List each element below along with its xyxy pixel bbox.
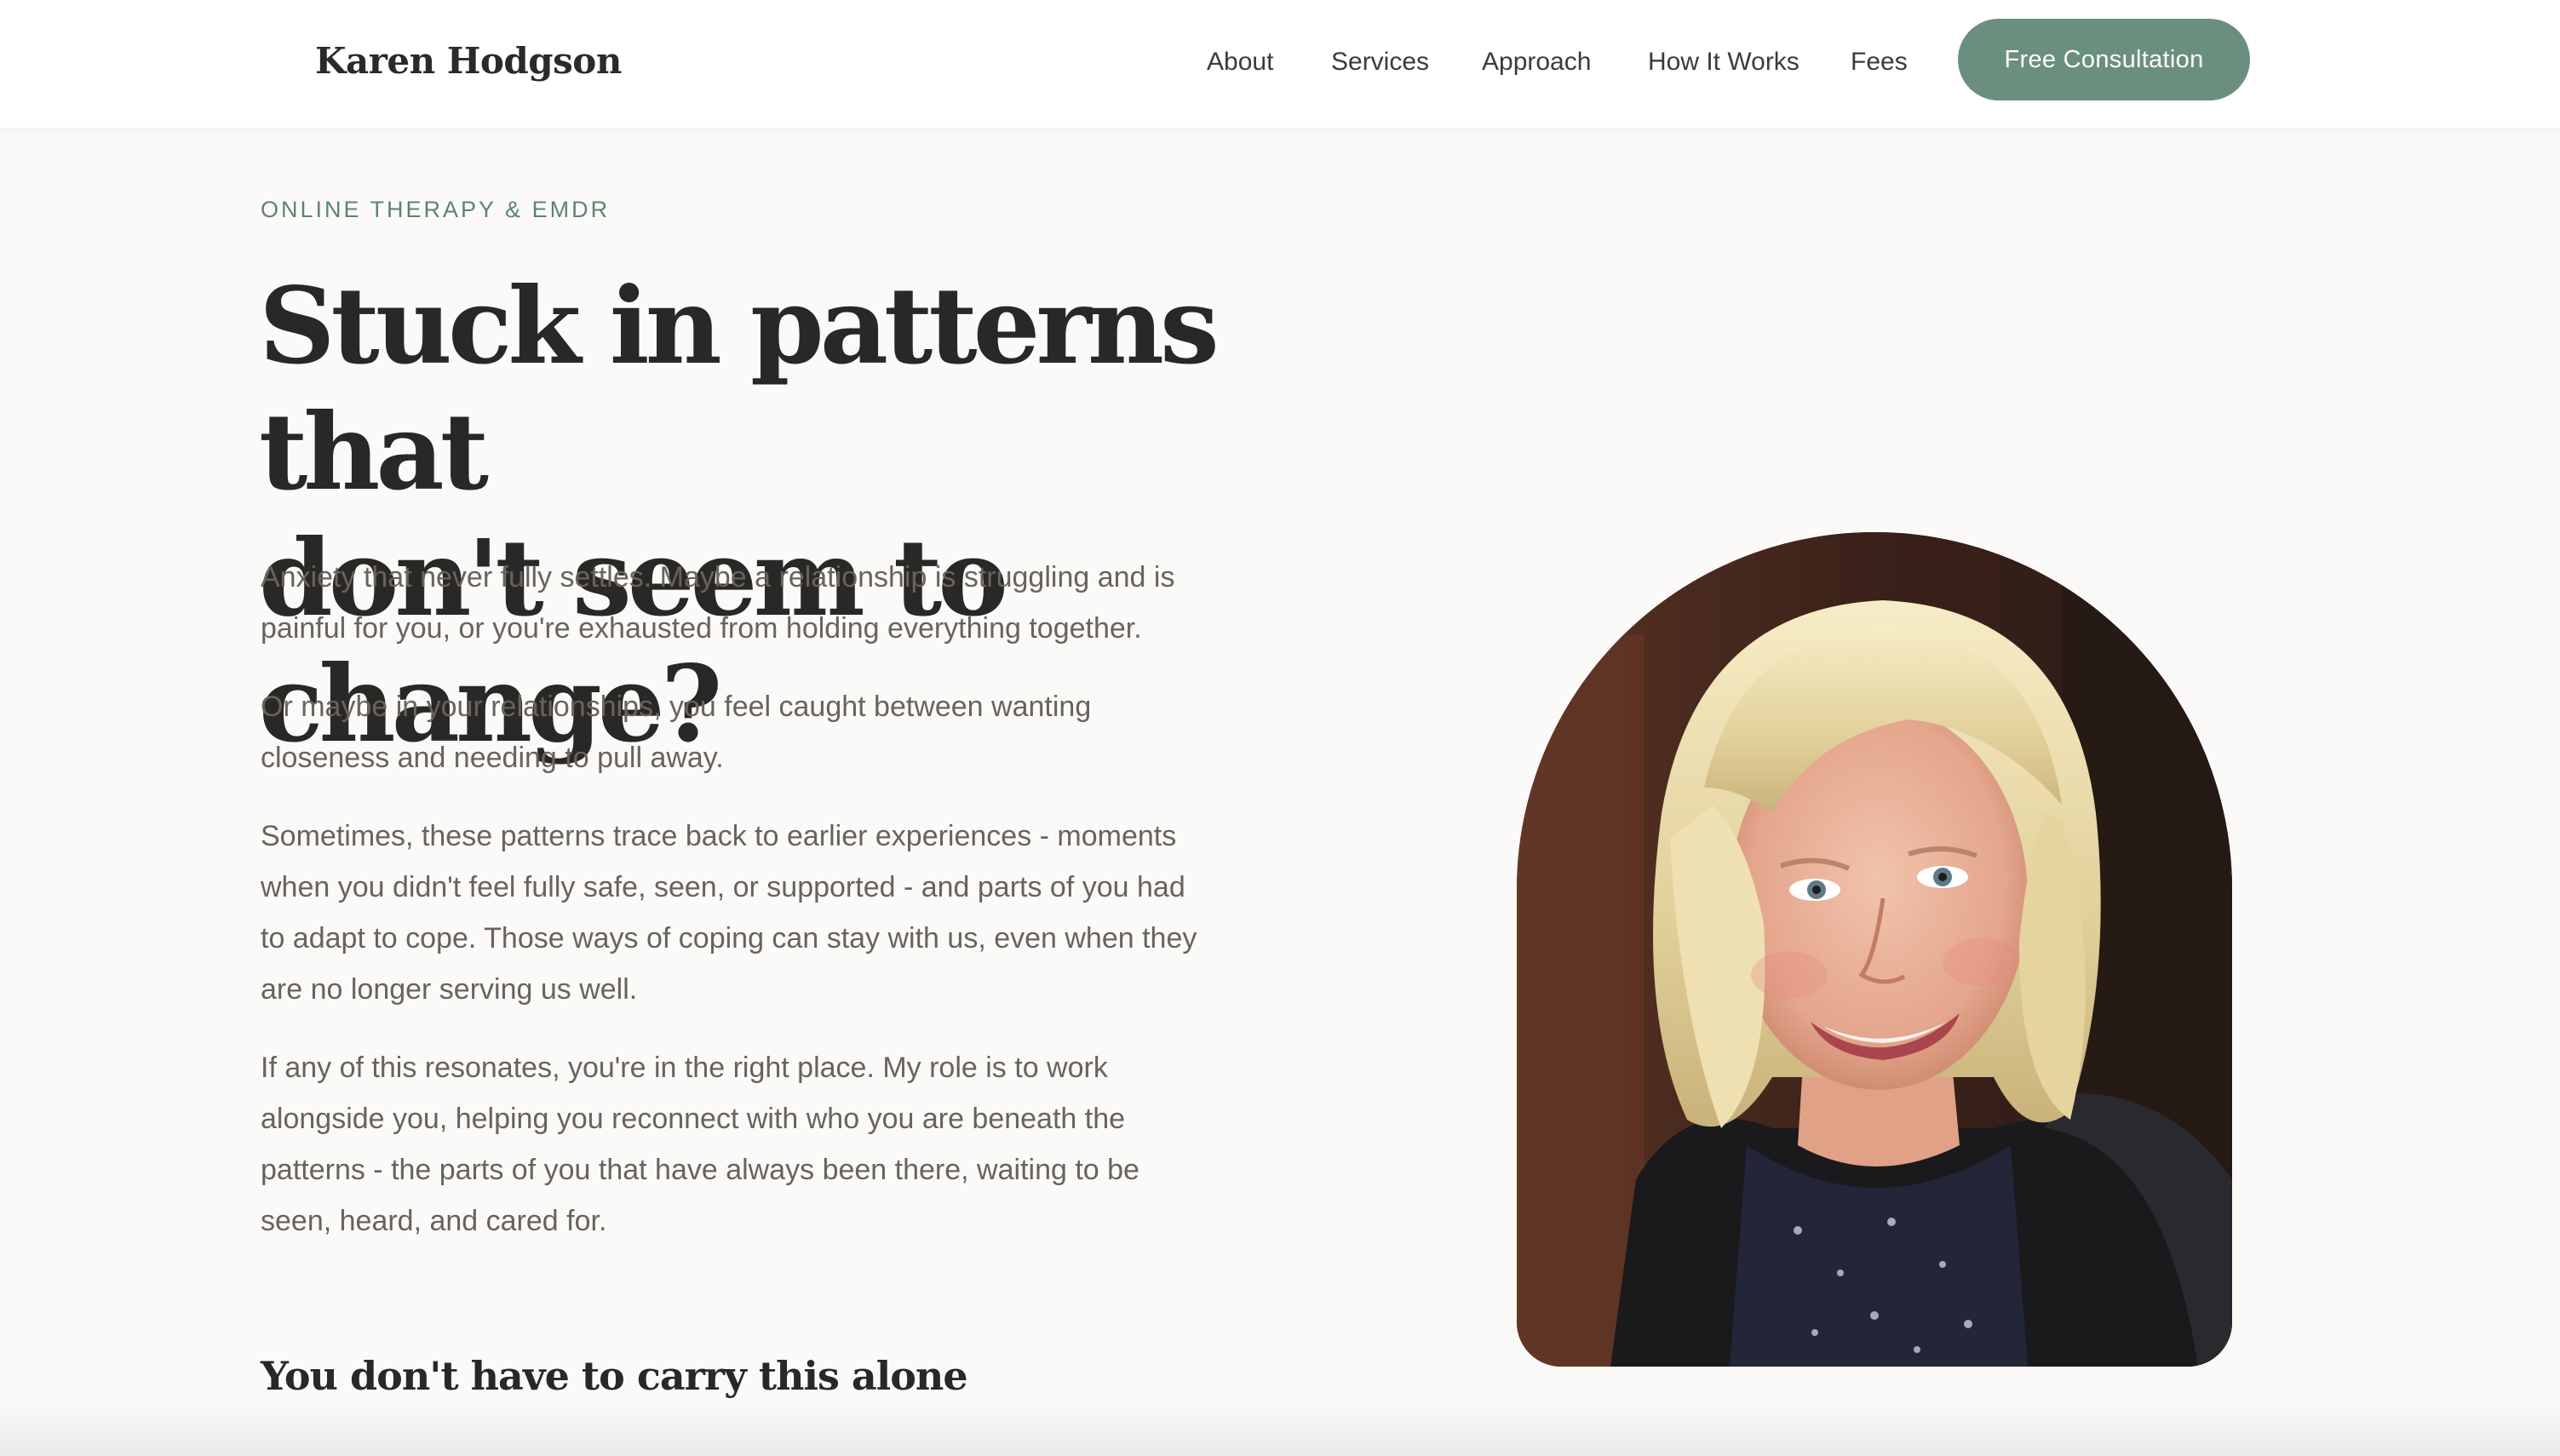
bottom-fade [0, 1396, 2560, 1456]
nav-link-about[interactable]: About [1207, 41, 1273, 83]
portrait-photo-icon [1517, 532, 2232, 1367]
hero-paragraph-4: If any of this resonates, you're in the … [261, 1052, 1139, 1237]
hero-title-line-1: Stuck in patterns that [259, 265, 1220, 514]
site-header: Karen Hodgson About Services Approach Ho… [0, 0, 2560, 128]
nav-link-fees[interactable]: Fees [1851, 41, 1908, 83]
hero-paragraph-2: Or maybe in your relationships, you feel… [261, 691, 1092, 774]
hero-paragraph-3: Sometimes, these patterns trace back to … [261, 820, 1197, 1006]
nav-link-approach[interactable]: Approach [1482, 41, 1591, 83]
hero-eyebrow: ONLINE THERAPY & EMDR [261, 197, 611, 222]
therapist-portrait [1517, 532, 2232, 1367]
hero-paragraph-1: Anxiety that never fully settles. Maybe … [261, 561, 1175, 645]
hero-subheading: You don't have to carry this alone [261, 1353, 968, 1399]
nav-link-services[interactable]: Services [1331, 41, 1429, 83]
nav-link-how-it-works[interactable]: How It Works [1648, 41, 1799, 83]
hero-copy: Anxiety that never fully settles. Maybe … [261, 552, 1197, 1274]
free-consultation-button[interactable]: Free Consultation [1958, 19, 2250, 100]
